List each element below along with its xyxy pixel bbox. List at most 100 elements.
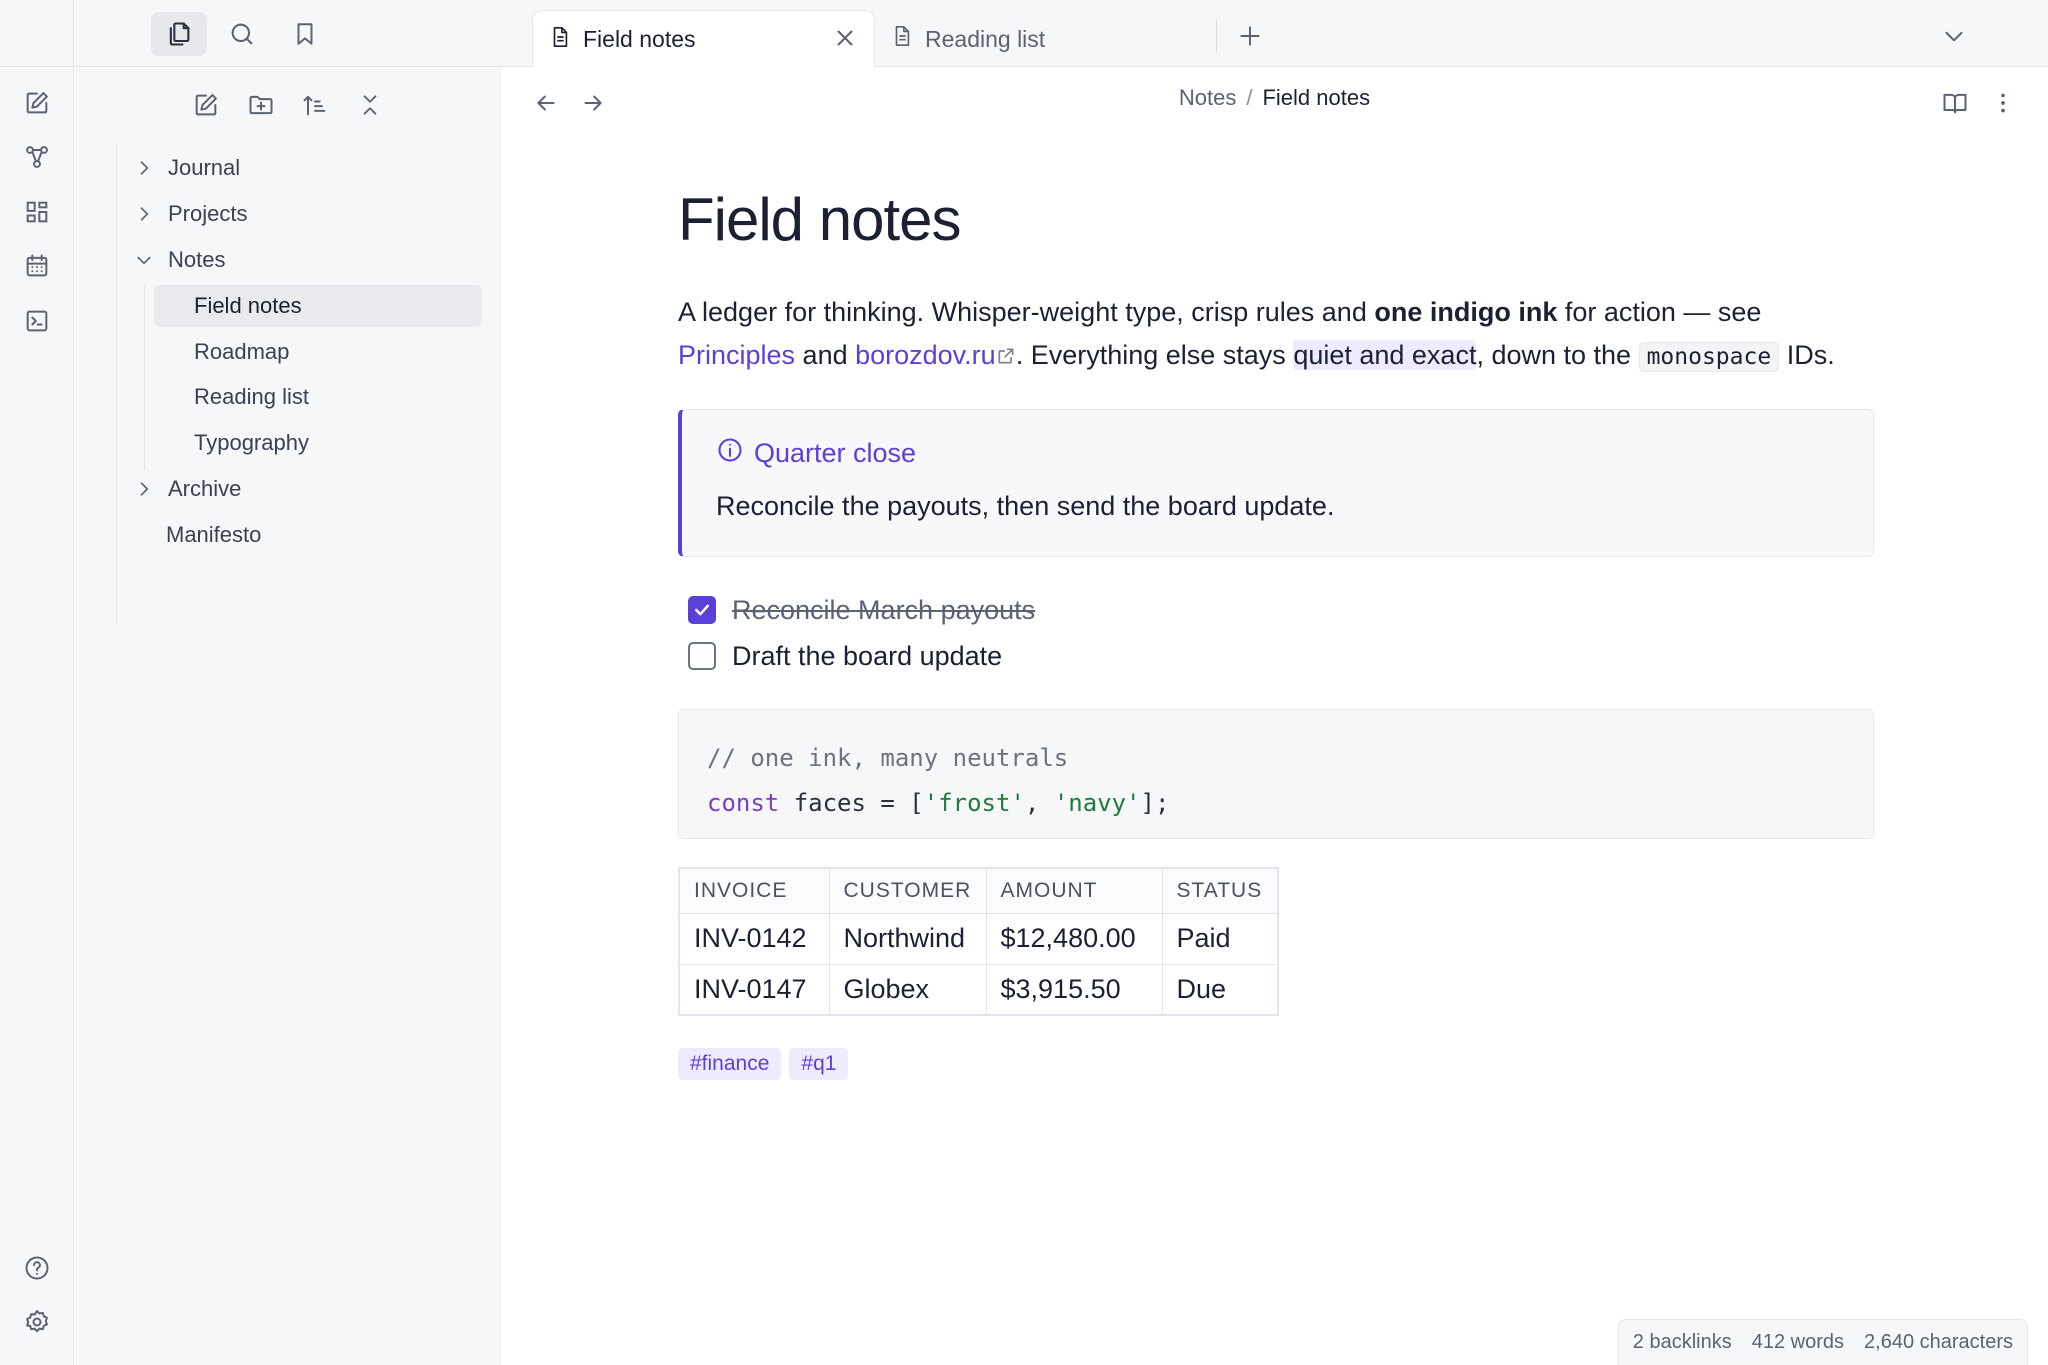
more-options-icon[interactable] [1983,83,2023,123]
table-row: INV-0147 Globex $3,915.50 Due [678,963,1279,1016]
table-cell[interactable]: INV-0142 [678,912,830,965]
bookmark-icon[interactable] [277,12,333,56]
tab-label: Field notes [583,26,696,52]
chevron-right-icon [130,200,158,228]
text-run: A ledger for thinking. Whisper-weight ty… [678,297,1375,327]
table-cell[interactable]: Northwind [828,912,987,965]
backlinks-count[interactable]: 2 backlinks [1633,1331,1732,1354]
code-keyword: const [707,789,780,817]
link-principles[interactable]: Principles [678,340,795,370]
link-external[interactable]: borozdov.ru [855,340,996,370]
bold-text: one indigo ink [1374,297,1558,327]
tree-item-label: Manifesto [166,522,262,547]
tree-item-projects[interactable]: Projects [130,193,470,235]
new-folder-icon[interactable] [241,85,281,125]
grid-icon[interactable] [17,192,57,232]
tree-item-label: Notes [168,247,226,272]
text-run: , down to the [1476,340,1639,370]
tag-finance[interactable]: #finance [678,1048,782,1080]
edit-icon[interactable] [17,83,57,123]
sort-icon[interactable] [295,85,335,125]
top-bar: Field notes Reading list [0,0,2048,68]
file-explorer: Journal Projects Notes Field notes Roadm… [75,67,501,1365]
code-comment: // one ink, many neutrals [707,744,1069,772]
check-icon [694,604,710,616]
settings-icon[interactable] [17,1302,57,1342]
code-text: ]; [1140,789,1170,817]
search-icon[interactable] [214,12,270,56]
code-text: , [1024,789,1054,817]
tree-item-reading-list[interactable]: Reading list [154,376,482,418]
editor-pane: Notes / Field notes Field notes A ledger f… [501,67,2048,1365]
code-string: 'frost' [923,789,1025,817]
tab-field-notes[interactable]: Field notes [532,10,875,68]
task-checkbox[interactable] [688,596,716,624]
external-link-icon [996,336,1016,379]
chevron-down-icon[interactable] [1934,16,1974,56]
collapse-all-icon[interactable] [350,85,390,125]
help-icon[interactable] [17,1248,57,1288]
task-list: Reconcile March payouts Draft the board … [678,587,1874,679]
breadcrumb-current[interactable]: Field notes [1262,85,1370,110]
table-cell[interactable]: $3,915.50 [985,963,1163,1016]
table-header-row: INVOICE CUSTOMER AMOUNT STATUS [678,867,1279,914]
task-text[interactable]: Draft the board update [732,641,1002,672]
table-cell[interactable]: Due [1161,963,1279,1016]
calendar-icon[interactable] [17,246,57,286]
breadcrumb-parent[interactable]: Notes [1179,85,1236,110]
table-cell[interactable]: $12,480.00 [985,912,1163,965]
chevron-right-icon [130,475,158,503]
tag-q1[interactable]: #q1 [789,1048,849,1080]
tree-item-notes[interactable]: Notes [130,239,470,281]
tab-separator [1216,20,1217,52]
table-header[interactable]: AMOUNT [985,867,1163,914]
table-header[interactable]: STATUS [1161,867,1279,914]
character-count: 2,640 characters [1864,1331,2013,1353]
tab-reading-list[interactable]: Reading list [875,10,1210,68]
new-note-icon[interactable] [186,85,226,125]
code-block[interactable]: // one ink, many neutrals const faces = … [678,709,1874,839]
table-header[interactable]: CUSTOMER [828,867,987,914]
callout[interactable]: Quarter close Reconcile the payouts, the… [678,409,1874,557]
task-text[interactable]: Reconcile March payouts [732,595,1035,626]
tree-item-field-notes[interactable]: Field notes [154,285,482,327]
tree-item-roadmap[interactable]: Roadmap [154,331,482,373]
ribbon-top [0,0,74,67]
tree-guide [144,285,145,470]
text-run: IDs. [1779,340,1835,370]
tree-item-journal[interactable]: Journal [130,147,470,189]
tree-item-manifesto[interactable]: Manifesto [130,514,470,556]
files-icon[interactable] [151,12,207,56]
table-cell[interactable]: Globex [828,963,987,1016]
left-ribbon [0,67,74,1365]
task-checkbox[interactable] [688,642,716,670]
tree-item-label: Journal [168,155,241,180]
breadcrumb-separator: / [1246,85,1253,110]
graph-icon[interactable] [17,137,57,177]
intro-paragraph[interactable]: A ledger for thinking. Whisper-weight ty… [678,291,1874,379]
callout-title-text: Quarter close [754,438,917,468]
text-run: for action — see [1557,297,1762,327]
terminal-icon[interactable] [17,301,57,341]
tree-item-typography[interactable]: Typography [154,422,482,464]
tree-item-label: Typography [194,430,309,455]
reading-view-icon[interactable] [1935,83,1975,123]
task-item: Draft the board update [678,633,1874,679]
breadcrumb: Notes / Field notes [501,85,2048,111]
task-item: Reconcile March payouts [678,587,1874,633]
table-header[interactable]: INVOICE [678,867,830,914]
plus-icon[interactable] [1230,16,1270,56]
table-cell[interactable]: Paid [1161,912,1279,965]
code-string: 'navy' [1053,789,1141,817]
table-row: INV-0142 Northwind $12,480.00 Paid [678,912,1279,965]
tag-list: #finance #q1 [678,1048,1874,1080]
tree-item-label: Projects [168,201,248,226]
code-text: faces = [ [779,789,924,817]
page-title[interactable]: Field notes [678,187,1874,253]
table-cell[interactable]: INV-0147 [678,963,830,1016]
code-line: const faces = ['frost', 'navy']; [707,781,1845,826]
tree-item-archive[interactable]: Archive [130,468,470,510]
chevron-down-icon [130,246,158,274]
close-icon[interactable] [832,25,858,57]
tree-guide [116,143,117,625]
